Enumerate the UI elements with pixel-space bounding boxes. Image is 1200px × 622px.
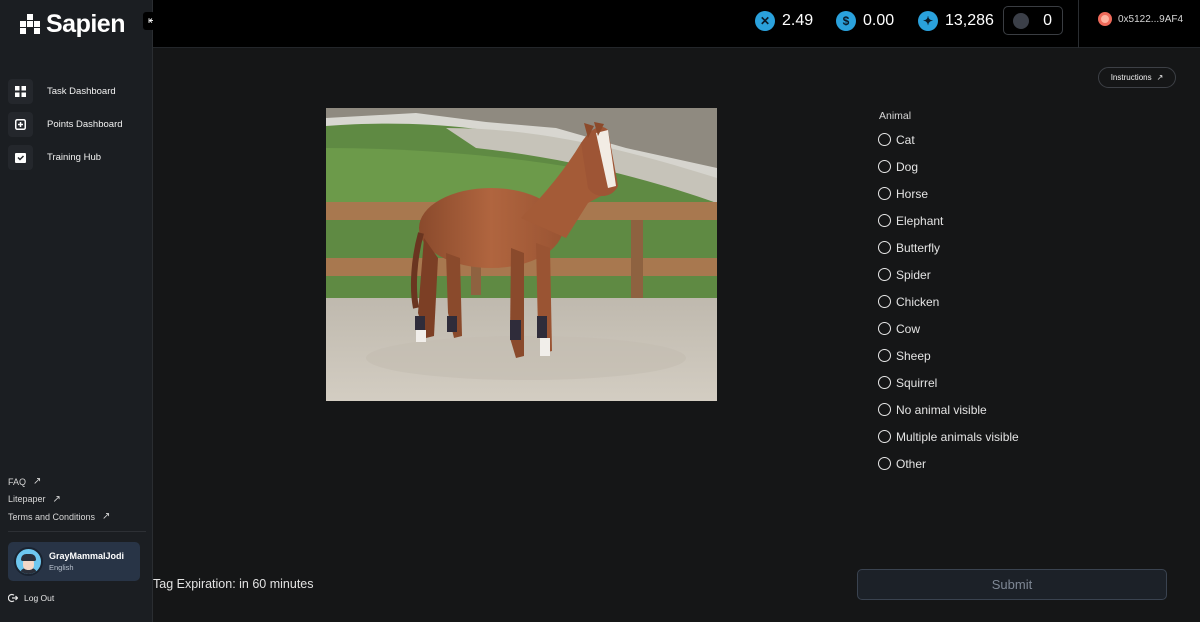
sparkle-coin-icon: ✦ xyxy=(918,10,938,31)
instructions-label: Instructions xyxy=(1110,73,1152,82)
token-counter[interactable]: 0 xyxy=(1003,6,1063,35)
option-label: Horse xyxy=(896,186,929,201)
user-name: GrayMammalJodi xyxy=(49,551,125,561)
avatar xyxy=(14,547,43,576)
sidebar-footer-links: FAQ ↗ Litepaper ↗ Terms and Conditions ↗ xyxy=(8,473,146,526)
option-no-animal[interactable]: No animal visible xyxy=(878,396,1019,423)
option-other[interactable]: Other xyxy=(878,450,1019,477)
instructions-button[interactable]: Instructions ↗ xyxy=(1098,67,1176,88)
external-arrow-icon: ↗ xyxy=(52,493,61,505)
option-label: Butterfly xyxy=(896,240,941,255)
option-label: No animal visible xyxy=(896,402,987,417)
option-dog[interactable]: Dog xyxy=(878,153,1019,180)
option-label: Sheep xyxy=(896,348,931,363)
submit-button[interactable]: Submit xyxy=(857,569,1167,600)
sidebar-item-label: Points Dashboard xyxy=(47,119,123,130)
radio-button[interactable] xyxy=(878,376,891,389)
option-elephant[interactable]: Elephant xyxy=(878,207,1019,234)
option-horse[interactable]: Horse xyxy=(878,180,1019,207)
external-arrow-icon: ↗ xyxy=(102,511,111,523)
dollar-coin-icon: $ xyxy=(836,10,856,31)
option-label: Cat xyxy=(896,132,915,147)
option-label: Spider xyxy=(896,267,931,282)
stat-x-points: ✕ 2.49 xyxy=(755,10,813,31)
link-label: FAQ xyxy=(8,476,27,487)
radio-button[interactable] xyxy=(878,133,891,146)
logout-label: Log Out xyxy=(24,593,55,603)
option-label: Chicken xyxy=(896,294,940,309)
faq-link[interactable]: FAQ ↗ xyxy=(8,473,146,491)
sidebar-item-task-dashboard[interactable]: Task Dashboard xyxy=(8,79,146,104)
link-label: Litepaper xyxy=(8,494,46,505)
app-name: Sapien xyxy=(46,9,125,38)
radio-button[interactable] xyxy=(878,322,891,335)
option-cat[interactable]: Cat xyxy=(878,126,1019,153)
answer-options: Cat Dog Horse Elephant Butterfly Spider … xyxy=(878,126,1019,477)
plus-square-icon xyxy=(8,112,33,137)
sidebar: Sapien ⇤ Task Dashboard Points Dashboard… xyxy=(0,0,157,622)
top-bar: ✕ 2.49 $ 0.00 ✦ 13,286 0 0x5122...9AF4 xyxy=(153,0,1200,48)
divider xyxy=(1078,0,1079,48)
task-image xyxy=(326,108,717,401)
option-label: Other xyxy=(896,456,927,471)
option-butterfly[interactable]: Butterfly xyxy=(878,234,1019,261)
option-label: Multiple animals visible xyxy=(896,429,1019,444)
box-check-icon xyxy=(8,145,33,170)
option-label: Elephant xyxy=(896,213,944,228)
sidebar-item-training-hub[interactable]: Training Hub xyxy=(8,145,146,170)
external-arrow-icon: ↗ xyxy=(33,476,42,488)
radio-button[interactable] xyxy=(878,457,891,470)
stat-value: 0 xyxy=(1043,11,1052,29)
radio-button[interactable] xyxy=(878,403,891,416)
user-language: English xyxy=(49,563,74,572)
app-logo[interactable]: Sapien xyxy=(20,10,125,38)
wallet-address: 0x5122...9AF4 xyxy=(1118,13,1184,25)
wallet-button[interactable]: 0x5122...9AF4 xyxy=(1098,12,1183,26)
sidebar-item-label: Task Dashboard xyxy=(47,86,116,97)
external-arrow-icon: ↗ xyxy=(1156,73,1164,82)
stat-points: ✦ 13,286 xyxy=(918,10,994,31)
radio-button[interactable] xyxy=(878,214,891,227)
question-label: Animal xyxy=(879,110,912,122)
link-label: Terms and Conditions xyxy=(8,511,96,522)
user-profile-card[interactable]: GrayMammalJodi English xyxy=(8,542,140,581)
option-cow[interactable]: Cow xyxy=(878,315,1019,342)
radio-button[interactable] xyxy=(878,241,891,254)
option-sheep[interactable]: Sheep xyxy=(878,342,1019,369)
divider xyxy=(8,531,146,532)
litepaper-link[interactable]: Litepaper ↗ xyxy=(8,491,146,509)
radio-button[interactable] xyxy=(878,268,891,281)
grid-icon xyxy=(8,79,33,104)
radio-button[interactable] xyxy=(878,430,891,443)
wallet-icon xyxy=(1098,12,1112,26)
logout-button[interactable]: Log Out xyxy=(8,593,54,603)
radio-button[interactable] xyxy=(878,187,891,200)
radio-button[interactable] xyxy=(878,160,891,173)
option-chicken[interactable]: Chicken xyxy=(878,288,1019,315)
x-coin-icon: ✕ xyxy=(755,10,775,31)
logout-icon xyxy=(8,593,18,603)
option-multiple-animals[interactable]: Multiple animals visible xyxy=(878,423,1019,450)
sidebar-nav: Task Dashboard Points Dashboard Training… xyxy=(8,79,146,178)
sapien-logo-icon xyxy=(20,14,40,34)
radio-button[interactable] xyxy=(878,349,891,362)
stat-dollar-balance: $ 0.00 xyxy=(836,10,894,31)
terms-link[interactable]: Terms and Conditions ↗ xyxy=(8,508,146,526)
option-spider[interactable]: Spider xyxy=(878,261,1019,288)
dark-token-icon xyxy=(1013,12,1029,29)
sidebar-item-label: Training Hub xyxy=(47,152,102,163)
sidebar-item-points-dashboard[interactable]: Points Dashboard xyxy=(8,112,146,137)
tag-expiration: Tag Expiration: in 60 minutes xyxy=(153,577,314,591)
stat-value: 2.49 xyxy=(782,11,814,29)
option-label: Cow xyxy=(896,321,921,336)
option-squirrel[interactable]: Squirrel xyxy=(878,369,1019,396)
option-label: Squirrel xyxy=(896,375,938,390)
radio-button[interactable] xyxy=(878,295,891,308)
stat-value: 0.00 xyxy=(863,11,895,29)
stat-value: 13,286 xyxy=(945,11,994,29)
option-label: Dog xyxy=(896,159,919,174)
